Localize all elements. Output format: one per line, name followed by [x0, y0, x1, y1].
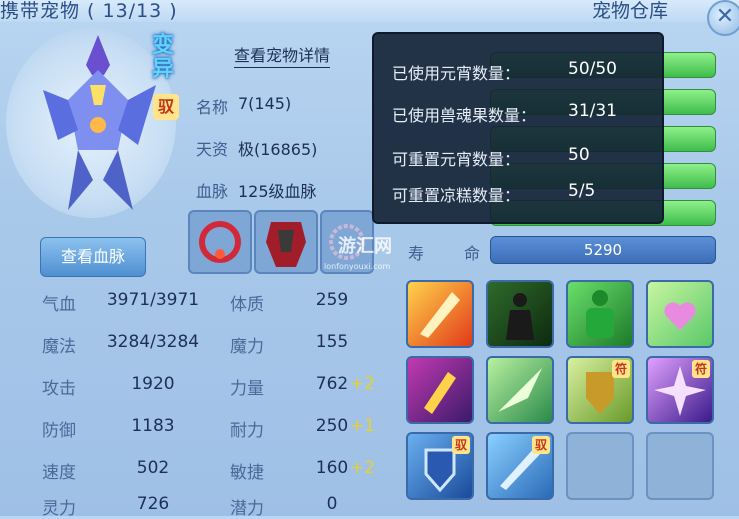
pet-yu-badge: 驭	[153, 94, 179, 120]
name-label: 名称	[196, 98, 229, 117]
stat-bonus-strength: +2	[350, 374, 376, 394]
tooltip-value-liangao-reset: 5/5	[568, 181, 596, 201]
equip-slot-armor[interactable]	[254, 210, 318, 274]
stat-value-potential: 0	[326, 494, 338, 514]
view-pet-details-link[interactable]: 查看宠物详情	[234, 42, 331, 68]
stat-value-mp: 3284/3284	[106, 332, 200, 352]
name-value: 7(145)	[238, 94, 292, 113]
lifespan-bar: 5290	[490, 236, 716, 264]
skill-slot-5[interactable]	[406, 356, 474, 424]
red-necklace-icon	[199, 221, 241, 263]
tooltip-value-yuanxiao-reset: 50	[568, 145, 590, 165]
tooltip-label-yuanxiao-reset: 可重置元宵数量：	[392, 150, 521, 169]
sword-skill-icon	[420, 292, 460, 338]
aptitude-label: 天资	[196, 140, 229, 159]
green-burst-skill-icon	[498, 368, 542, 412]
skill-slot-8[interactable]: 符	[646, 356, 714, 424]
life-label-b: 命	[464, 244, 481, 263]
stat-label-attack: 攻击	[42, 379, 76, 399]
stat-bonus-endurance: +1	[350, 416, 376, 436]
stat-value-attack: 1920	[131, 374, 175, 394]
stat-label-defense: 防御	[42, 421, 76, 441]
skill-slot-2[interactable]	[486, 280, 554, 348]
talisman-tag: 符	[612, 360, 630, 378]
view-bloodline-button[interactable]: 查看血脉	[40, 237, 146, 277]
stat-value-hp: 3971/3971	[106, 290, 200, 310]
aptitude-value: 极(16865)	[238, 140, 318, 159]
stat-label-endurance: 耐力	[230, 421, 264, 441]
heart-skill-icon	[664, 302, 696, 330]
carried-pets-title: 携带宠物 ( 13/13 )	[0, 0, 178, 22]
watermark-url: lonfonyouxi.com	[324, 262, 391, 271]
talisman-tag: 符	[692, 360, 710, 378]
tooltip-label-soulfruit-used: 已使用兽魂果数量：	[392, 106, 537, 125]
close-icon: ✕	[715, 4, 735, 29]
stat-bonus-agility: +2	[350, 458, 376, 478]
equip-slot-necklace[interactable]	[188, 210, 252, 274]
stat-value-magic: 155	[315, 332, 349, 352]
red-armor-icon	[266, 222, 306, 267]
tooltip-label-liangao-reset: 可重置凉糕数量：	[392, 186, 521, 205]
skill-slot-7[interactable]: 符	[566, 356, 634, 424]
pet-model-image	[43, 35, 156, 210]
skill-slot-10[interactable]: 驭	[486, 432, 554, 500]
bloodline-value: 125级血脉	[238, 182, 317, 201]
stat-label-strength: 力量	[230, 379, 264, 399]
skill-slot-1[interactable]	[406, 280, 474, 348]
stat-value-spirit: 726	[136, 494, 170, 514]
stat-label-magic: 魔力	[230, 337, 264, 357]
stat-label-potential: 潜力	[230, 499, 264, 519]
tooltip-label-yuanxiao-used: 已使用元宵数量：	[392, 64, 521, 83]
stat-label-hp: 气血	[42, 295, 76, 315]
life-label-a: 寿	[408, 244, 425, 263]
stat-label-spirit: 灵力	[42, 499, 76, 519]
empty-skill-slot[interactable]	[646, 432, 714, 500]
golden-blade-skill-icon	[424, 372, 456, 414]
pet-storage-tab[interactable]: 宠物仓库	[592, 0, 668, 23]
tooltip-value-soulfruit-used: 31/31	[568, 101, 617, 121]
skill-slot-9[interactable]: 驭	[406, 432, 474, 500]
empty-skill-slot[interactable]	[566, 432, 634, 500]
shadow-warrior-skill-icon	[506, 293, 534, 340]
green-giant-skill-icon	[586, 290, 614, 338]
skill-slot-6[interactable]	[486, 356, 554, 424]
tooltip-value-yuanxiao-used: 50/50	[568, 59, 617, 79]
skill-slot-3[interactable]	[566, 280, 634, 348]
stat-value-constitution: 259	[315, 290, 349, 310]
stat-label-mp: 魔法	[42, 337, 76, 357]
skill-slot-4[interactable]	[646, 280, 714, 348]
stat-value-speed: 502	[136, 458, 170, 478]
stat-label-constitution: 体质	[230, 295, 264, 315]
watermark-text: 游汇网	[338, 236, 392, 257]
close-button[interactable]: ✕	[707, 0, 739, 36]
stat-label-speed: 速度	[42, 463, 76, 483]
stat-value-defense: 1183	[131, 416, 175, 436]
yu-tag: 驭	[532, 436, 550, 454]
bloodline-label: 血脉	[196, 182, 229, 201]
yu-tag: 驭	[452, 436, 470, 454]
mutation-label: 变异	[152, 33, 175, 82]
stat-label-agility: 敏捷	[230, 463, 264, 483]
